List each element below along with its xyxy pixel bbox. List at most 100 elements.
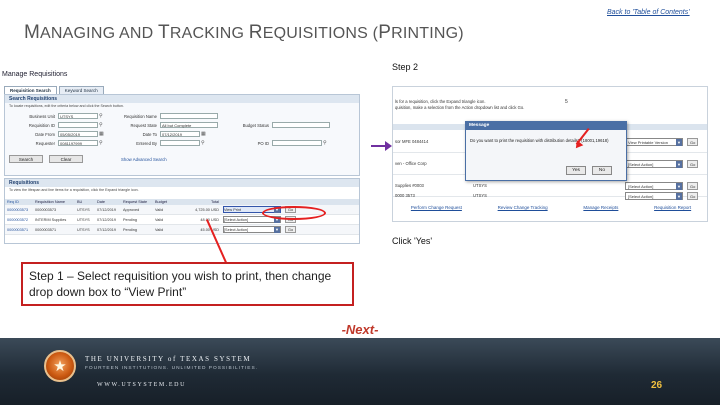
req-state: Approved bbox=[123, 208, 140, 212]
req-id-link[interactable]: 0000003573 bbox=[5, 205, 33, 214]
po-id-label: PO ID bbox=[257, 140, 269, 146]
search-requisitions-section: Search Requisitions To locate requisitio… bbox=[4, 94, 360, 176]
title-segment: RINTING) bbox=[391, 25, 464, 42]
req-budget: Valid bbox=[155, 228, 164, 232]
requester-input[interactable]: 0081197999 bbox=[58, 140, 98, 146]
action-dropdown[interactable]: [Select Action] ▼ bbox=[625, 160, 683, 168]
requisition-report-link[interactable]: Requisition Report bbox=[654, 205, 691, 210]
calendar-icon[interactable]: ▦ bbox=[201, 131, 206, 137]
advanced-search-link[interactable]: Show Advanced Search bbox=[121, 157, 167, 162]
clear-button[interactable]: Clear bbox=[49, 155, 83, 163]
date-from-row: Date From 05/05/2019 ▦ bbox=[9, 131, 104, 137]
entered-by-row: Entered By ⚲ bbox=[115, 140, 205, 146]
req-budget: Valid bbox=[155, 218, 164, 222]
review-change-tracking-link[interactable]: Review Change Tracking bbox=[498, 205, 548, 210]
go-button[interactable]: Go bbox=[687, 138, 699, 146]
search-icon[interactable]: ⚲ bbox=[323, 140, 327, 146]
yes-button[interactable]: Yes bbox=[566, 166, 586, 175]
manage-requisitions-screenshot: Manage Requisitions Requisition Search K… bbox=[2, 68, 362, 246]
entered-by-input[interactable] bbox=[160, 140, 200, 146]
action-value: View Print bbox=[224, 208, 242, 212]
no-button[interactable]: No bbox=[592, 166, 612, 175]
req-bu: UTSYS bbox=[77, 208, 90, 212]
action-dropdown[interactable]: [Select Action] ▼ bbox=[223, 226, 281, 233]
right-hint: ls for a requisition, click the Expand t… bbox=[395, 99, 524, 111]
po-id-input[interactable] bbox=[272, 140, 322, 146]
req-id-link[interactable]: 0000003572 bbox=[5, 215, 33, 224]
table-row[interactable]: 0000003571 0000003571 UTSYS 07/12/2019 P… bbox=[5, 225, 359, 235]
tab-requisition-search[interactable]: Requisition Search bbox=[4, 86, 57, 94]
requisition-name-row: Requisition Name bbox=[115, 113, 218, 119]
table-of-contents-link[interactable]: Back to 'Table of Contents' bbox=[607, 9, 690, 16]
search-icon[interactable]: ⚲ bbox=[99, 113, 103, 119]
title-initial: M bbox=[24, 22, 41, 43]
slide-title: MANAGING AND TRACKING REQUISITIONS (PRIN… bbox=[24, 22, 464, 44]
request-state-row: Request State All but Complete bbox=[115, 122, 218, 128]
req-id-link[interactable]: 0000003571 bbox=[5, 225, 33, 234]
row-name: 0000 3573 bbox=[395, 193, 415, 198]
business-unit-label: Business Unit bbox=[29, 113, 55, 119]
perform-change-request-link[interactable]: Perform Change Request bbox=[411, 205, 462, 210]
action-links: Perform Change Request Review Change Tra… bbox=[393, 205, 707, 210]
action-value: [Select Action] bbox=[628, 194, 654, 199]
action-value: [Select Action] bbox=[224, 218, 249, 222]
section-header[interactable]: Requisitions bbox=[5, 179, 359, 187]
req-bu: UTSYS bbox=[77, 228, 90, 232]
university-seal-icon: ★ bbox=[44, 350, 76, 382]
search-icon[interactable]: ⚲ bbox=[201, 140, 205, 146]
dialog-title: Message bbox=[466, 122, 626, 130]
title-initial: P bbox=[378, 22, 392, 43]
calendar-icon[interactable]: ▦ bbox=[99, 131, 104, 137]
requisition-name-label: Requisition Name bbox=[123, 113, 157, 119]
university-website[interactable]: WWW.UTSYSTEM.EDU bbox=[97, 382, 186, 388]
action-dropdown[interactable]: [Select Action] ▼ bbox=[625, 192, 683, 200]
title-segment: ANAGING AND bbox=[40, 25, 159, 42]
req-date: 07/12/2019 bbox=[97, 208, 117, 212]
date-to-input[interactable]: 07/12/2019 bbox=[160, 131, 200, 137]
requisition-id-input[interactable] bbox=[58, 122, 98, 128]
go-button[interactable]: Go bbox=[285, 226, 297, 233]
title-initial: T bbox=[158, 22, 170, 43]
section-header[interactable]: Search Requisitions bbox=[5, 95, 359, 103]
date-from-label: Date From bbox=[35, 131, 55, 137]
chevron-down-icon[interactable]: ▼ bbox=[676, 139, 682, 146]
go-button[interactable]: Go bbox=[687, 192, 699, 200]
date-from-input[interactable]: 05/05/2019 bbox=[58, 131, 98, 137]
go-button[interactable]: Go bbox=[687, 160, 699, 168]
budget-status-select[interactable] bbox=[272, 122, 330, 128]
search-hint: To locate requisitions, edit the criteri… bbox=[9, 104, 124, 108]
action-value: [Select Action] bbox=[224, 228, 249, 232]
requester-label: Requester bbox=[35, 140, 55, 146]
request-state-select[interactable]: All but Complete bbox=[160, 122, 218, 128]
requisition-name-input[interactable] bbox=[160, 113, 218, 119]
search-icon[interactable]: ⚲ bbox=[99, 140, 103, 146]
click-yes-label: Click 'Yes' bbox=[392, 236, 433, 246]
tab-keyword-search[interactable]: Keyword Search bbox=[58, 86, 104, 94]
date-to-row: Date To 07/12/2019 ▦ bbox=[115, 131, 206, 137]
req-budget: Valid bbox=[155, 208, 164, 212]
chevron-down-icon[interactable]: ▼ bbox=[676, 193, 682, 200]
next-link[interactable]: -Next- bbox=[0, 322, 720, 337]
req-name: 0000003571 bbox=[35, 228, 57, 232]
chevron-down-icon[interactable]: ▼ bbox=[274, 227, 280, 233]
req-state: Pending bbox=[123, 228, 137, 232]
req-name: 0000003573 bbox=[35, 208, 57, 212]
requester-row: Requester 0081197999 ⚲ bbox=[9, 140, 103, 146]
arrow-head-icon bbox=[385, 141, 392, 151]
search-button[interactable]: Search bbox=[9, 155, 43, 163]
business-unit-input[interactable]: UTSYS bbox=[58, 113, 98, 119]
action-dropdown[interactable]: View Printable Version ▼ bbox=[625, 138, 683, 146]
search-tabs: Requisition Search Keyword Search bbox=[4, 86, 106, 94]
budget-status-label: Budget Status bbox=[242, 122, 269, 128]
action-value: View Printable Version bbox=[628, 140, 668, 145]
print-confirmation-screenshot: ls for a requisition, click the Expand t… bbox=[392, 86, 708, 222]
title-segment: RACKING bbox=[169, 25, 249, 42]
requisitions-hint: To view the lifespan and line items for … bbox=[9, 188, 139, 192]
manage-receipts-link[interactable]: Manage Receipts bbox=[583, 205, 618, 210]
title-segment: EQUISITIONS ( bbox=[262, 25, 379, 42]
chevron-down-icon[interactable]: ▼ bbox=[676, 161, 682, 168]
req-total: 48.00 USD bbox=[200, 218, 219, 222]
table-row[interactable]: 0000 3573 UTSYS [Select Action] ▼ Go bbox=[393, 185, 707, 203]
req-date: 07/12/2019 bbox=[97, 218, 117, 222]
search-icon[interactable]: ⚲ bbox=[99, 122, 103, 128]
